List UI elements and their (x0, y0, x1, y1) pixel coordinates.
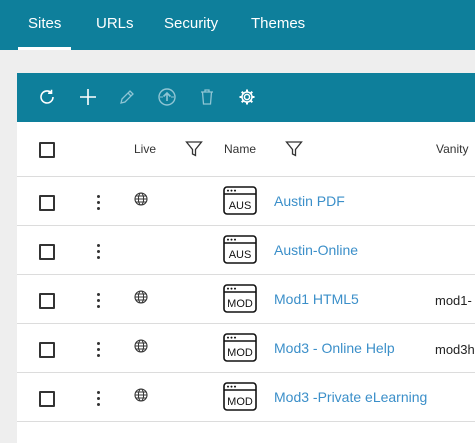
plus-icon[interactable] (77, 86, 99, 108)
live-globe-icon (134, 290, 148, 304)
site-window-icon: AUS (223, 186, 257, 215)
vanity-cell: mod3h (435, 342, 475, 357)
table-row[interactable]: MOD Mod3 -Private eLearning (17, 373, 475, 422)
vanity-cell: mod1- (435, 293, 472, 308)
row-menu-icon[interactable] (95, 388, 103, 408)
row-checkbox[interactable] (39, 244, 55, 260)
tab-urls[interactable]: URLs (96, 0, 134, 50)
refresh-icon[interactable] (36, 86, 58, 108)
publish-icon[interactable] (156, 86, 178, 108)
site-window-icon: MOD (223, 333, 257, 362)
row-menu-icon[interactable] (95, 339, 103, 359)
select-all-checkbox[interactable] (39, 142, 55, 158)
row-checkbox[interactable] (39, 293, 55, 309)
site-name-link[interactable]: Mod1 HTML5 (274, 291, 359, 307)
live-column-header[interactable]: Live (134, 142, 156, 156)
row-checkbox[interactable] (39, 342, 55, 358)
site-icon-label: MOD (227, 298, 253, 310)
gear-icon[interactable] (236, 86, 258, 108)
table-header: Live Name Vanity (17, 122, 475, 177)
site-icon-label: AUS (229, 249, 252, 261)
site-icon-label: MOD (227, 347, 253, 359)
site-window-icon: MOD (223, 382, 257, 411)
vanity-column-header[interactable]: Vanity (436, 142, 468, 156)
site-icon-label: AUS (229, 200, 252, 212)
site-window-icon: MOD (223, 284, 257, 313)
row-menu-icon[interactable] (95, 290, 103, 310)
row-menu-icon[interactable] (95, 241, 103, 261)
site-icon-label: MOD (227, 396, 253, 408)
live-globe-icon (134, 192, 148, 206)
row-menu-icon[interactable] (95, 192, 103, 212)
tab-sites[interactable]: Sites (18, 0, 72, 50)
trash-icon[interactable] (196, 86, 218, 108)
live-globe-icon (134, 388, 148, 402)
live-filter-icon[interactable] (185, 140, 203, 158)
toolbar (17, 73, 475, 122)
site-name-link[interactable]: Mod3 -Private eLearning (274, 389, 427, 405)
row-checkbox[interactable] (39, 391, 55, 407)
sites-panel: Live Name Vanity AUS Austin PDF AUS Austin-… (17, 73, 475, 443)
pencil-icon[interactable] (116, 86, 138, 108)
table-row[interactable]: AUS Austin PDF (17, 177, 475, 226)
table-row[interactable]: MOD Mod1 HTML5 mod1- (17, 275, 475, 324)
tab-themes[interactable]: Themes (251, 0, 305, 50)
site-name-link[interactable]: Mod3 - Online Help (274, 340, 395, 356)
tab-security[interactable]: Security (164, 0, 218, 50)
site-name-link[interactable]: Austin-Online (274, 242, 358, 258)
site-window-icon: AUS (223, 235, 257, 264)
table-row[interactable]: MOD Mod3 - Online Help mod3h (17, 324, 475, 373)
name-column-header[interactable]: Name (224, 142, 256, 156)
table-row[interactable]: AUS Austin-Online (17, 226, 475, 275)
live-globe-icon (134, 339, 148, 353)
site-name-link[interactable]: Austin PDF (274, 193, 345, 209)
top-navigation: Sites URLs Security Themes (0, 0, 475, 50)
row-checkbox[interactable] (39, 195, 55, 211)
name-filter-icon[interactable] (285, 140, 303, 158)
